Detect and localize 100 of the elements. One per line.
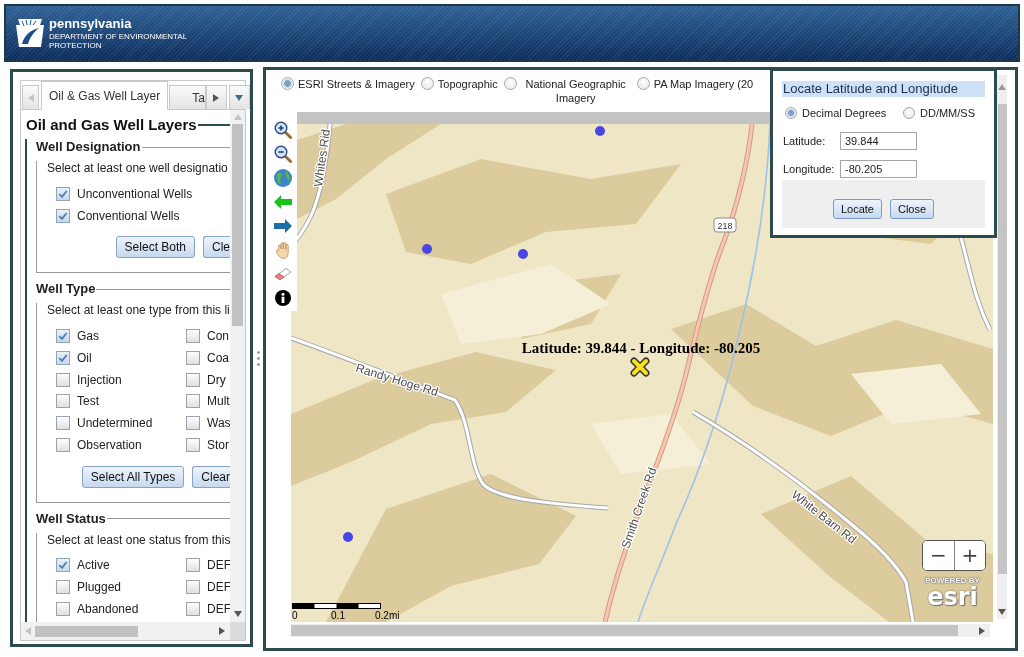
- checkbox-label[interactable]: Dry: [207, 372, 226, 387]
- checkbox-label[interactable]: Con: [207, 329, 229, 344]
- tab-scroll-left-button[interactable]: [22, 85, 39, 109]
- caret-right-icon[interactable]: [219, 627, 225, 635]
- caret-left-icon[interactable]: [25, 627, 31, 635]
- checkbox-label[interactable]: DEF: [207, 580, 230, 595]
- radio-label[interactable]: Decimal Degrees: [802, 107, 887, 119]
- splitter-handle-icon[interactable]: [256, 350, 260, 366]
- basemap-label[interactable]: PA Map Imagery (20: [653, 77, 754, 91]
- well-marker-icon[interactable]: [595, 126, 605, 136]
- panel-heading: Oil and Gas Well Layers: [26, 116, 197, 133]
- checkbox[interactable]: [186, 329, 200, 344]
- hand-icon[interactable]: [275, 241, 290, 259]
- zoom-out-icon[interactable]: [273, 145, 292, 163]
- radio-button[interactable]: [503, 77, 517, 90]
- caret-up-icon[interactable]: [998, 84, 1006, 90]
- checkbox[interactable]: [186, 415, 200, 430]
- checkmark-icon: [58, 352, 68, 363]
- checkbox-label[interactable]: Gas: [77, 329, 99, 344]
- checkbox-label[interactable]: Injection: [77, 372, 122, 387]
- coordinate-input[interactable]: -80.205: [840, 160, 917, 178]
- checkbox[interactable]: [56, 437, 70, 452]
- vertical-scrollbar[interactable]: [230, 110, 245, 622]
- checkbox-label[interactable]: Active: [77, 558, 110, 573]
- caret-up-icon[interactable]: [233, 114, 242, 120]
- radio-button[interactable]: [785, 107, 797, 119]
- checkbox[interactable]: [56, 580, 70, 595]
- caret-right-icon[interactable]: [979, 626, 985, 635]
- checkbox-label[interactable]: Test: [77, 394, 99, 409]
- checkmark-icon: [58, 188, 68, 199]
- basemap-label[interactable]: Topographic: [437, 77, 498, 91]
- tab[interactable]: Ta: [169, 85, 206, 109]
- checkbox-label[interactable]: Was: [207, 415, 230, 430]
- left-arrow-icon[interactable]: [273, 195, 292, 209]
- radio-button[interactable]: [636, 77, 650, 90]
- checkbox[interactable]: [186, 437, 200, 452]
- zoom-in-icon[interactable]: [273, 121, 292, 139]
- tab[interactable]: Oil & Gas Well Layer: [41, 81, 169, 110]
- checkbox[interactable]: [186, 372, 200, 387]
- checkbox[interactable]: [56, 394, 70, 409]
- radio-label[interactable]: DD/MM/SS: [920, 107, 975, 119]
- well-marker-icon[interactable]: [422, 244, 432, 254]
- checkbox[interactable]: [56, 372, 70, 387]
- tab-scroll-right-button[interactable]: [205, 85, 227, 109]
- checkbox[interactable]: [186, 601, 200, 616]
- caret-down-icon[interactable]: [998, 609, 1006, 615]
- checkbox[interactable]: [56, 415, 70, 430]
- tab-menu-button[interactable]: [228, 85, 250, 109]
- checkbox[interactable]: [186, 394, 200, 409]
- info-icon[interactable]: [274, 290, 291, 306]
- horizontal-scrollbar[interactable]: [297, 112, 770, 124]
- locate-button[interactable]: Locate: [832, 199, 882, 219]
- checkbox-label[interactable]: Undetermined: [77, 415, 153, 430]
- checkbox-label[interactable]: Plugged: [77, 580, 122, 595]
- checkbox[interactable]: [56, 601, 70, 616]
- right-arrow-icon[interactable]: [273, 219, 292, 233]
- checkbox[interactable]: [56, 558, 70, 573]
- radio-button[interactable]: [281, 77, 294, 90]
- checkbox-label[interactable]: Conventional Wells: [77, 208, 180, 223]
- eraser-icon[interactable]: [273, 268, 292, 280]
- globe-icon[interactable]: [273, 169, 292, 187]
- basemap-label[interactable]: ESRI Streets & Imagery: [298, 77, 415, 91]
- checkbox[interactable]: [56, 350, 70, 365]
- select-button[interactable]: Select All Types: [81, 465, 185, 488]
- scrollbar-thumb[interactable]: [232, 124, 243, 326]
- close-button[interactable]: Close: [889, 199, 935, 219]
- horizontal-scrollbar[interactable]: [21, 622, 230, 640]
- select-button[interactable]: Select Both: [115, 236, 195, 259]
- checkbox-label[interactable]: Oil: [77, 350, 92, 365]
- checkbox[interactable]: [56, 208, 70, 223]
- checkbox-label[interactable]: Stor: [207, 437, 229, 452]
- checkbox-label[interactable]: Coa: [207, 350, 229, 365]
- horizontal-scrollbar[interactable]: [291, 624, 990, 637]
- instruction-text: Select at least one well designatio: [47, 161, 229, 175]
- caret-down-icon[interactable]: [233, 611, 242, 617]
- well-marker-icon[interactable]: [343, 532, 353, 542]
- radio-button[interactable]: [903, 107, 915, 119]
- radio-button[interactable]: [420, 77, 434, 90]
- clear-button[interactable]: Cle: [203, 236, 230, 259]
- coordinate-input[interactable]: 39.844: [840, 132, 917, 150]
- checkbox[interactable]: [56, 186, 70, 201]
- scrollbar-corner: [230, 622, 245, 640]
- checkbox[interactable]: [56, 329, 70, 344]
- checkbox[interactable]: [186, 558, 200, 573]
- checkbox-label[interactable]: DEF: [207, 558, 230, 573]
- scrollbar-thumb[interactable]: [291, 625, 958, 636]
- checkbox-label[interactable]: Observation: [77, 437, 142, 452]
- checkbox-label[interactable]: Unconventional Wells: [77, 186, 193, 201]
- zoom-in-button[interactable]: +: [954, 541, 985, 570]
- checkbox[interactable]: [186, 580, 200, 595]
- well-marker-icon[interactable]: [518, 249, 528, 259]
- keystone-logo-icon: [15, 18, 45, 48]
- scrollbar-thumb[interactable]: [35, 625, 138, 637]
- clear-button[interactable]: Clear: [192, 465, 230, 488]
- checkbox-label[interactable]: Mult: [207, 394, 230, 409]
- checkbox[interactable]: [186, 350, 200, 365]
- checkbox-label[interactable]: DEF: [207, 601, 230, 616]
- department-name: DEPARTMENT OF ENVIRONMENTAL PROTECTION: [49, 31, 188, 50]
- checkbox-label[interactable]: Abandoned: [77, 601, 139, 616]
- basemap-label[interactable]: National Geographic Imagery: [520, 77, 631, 105]
